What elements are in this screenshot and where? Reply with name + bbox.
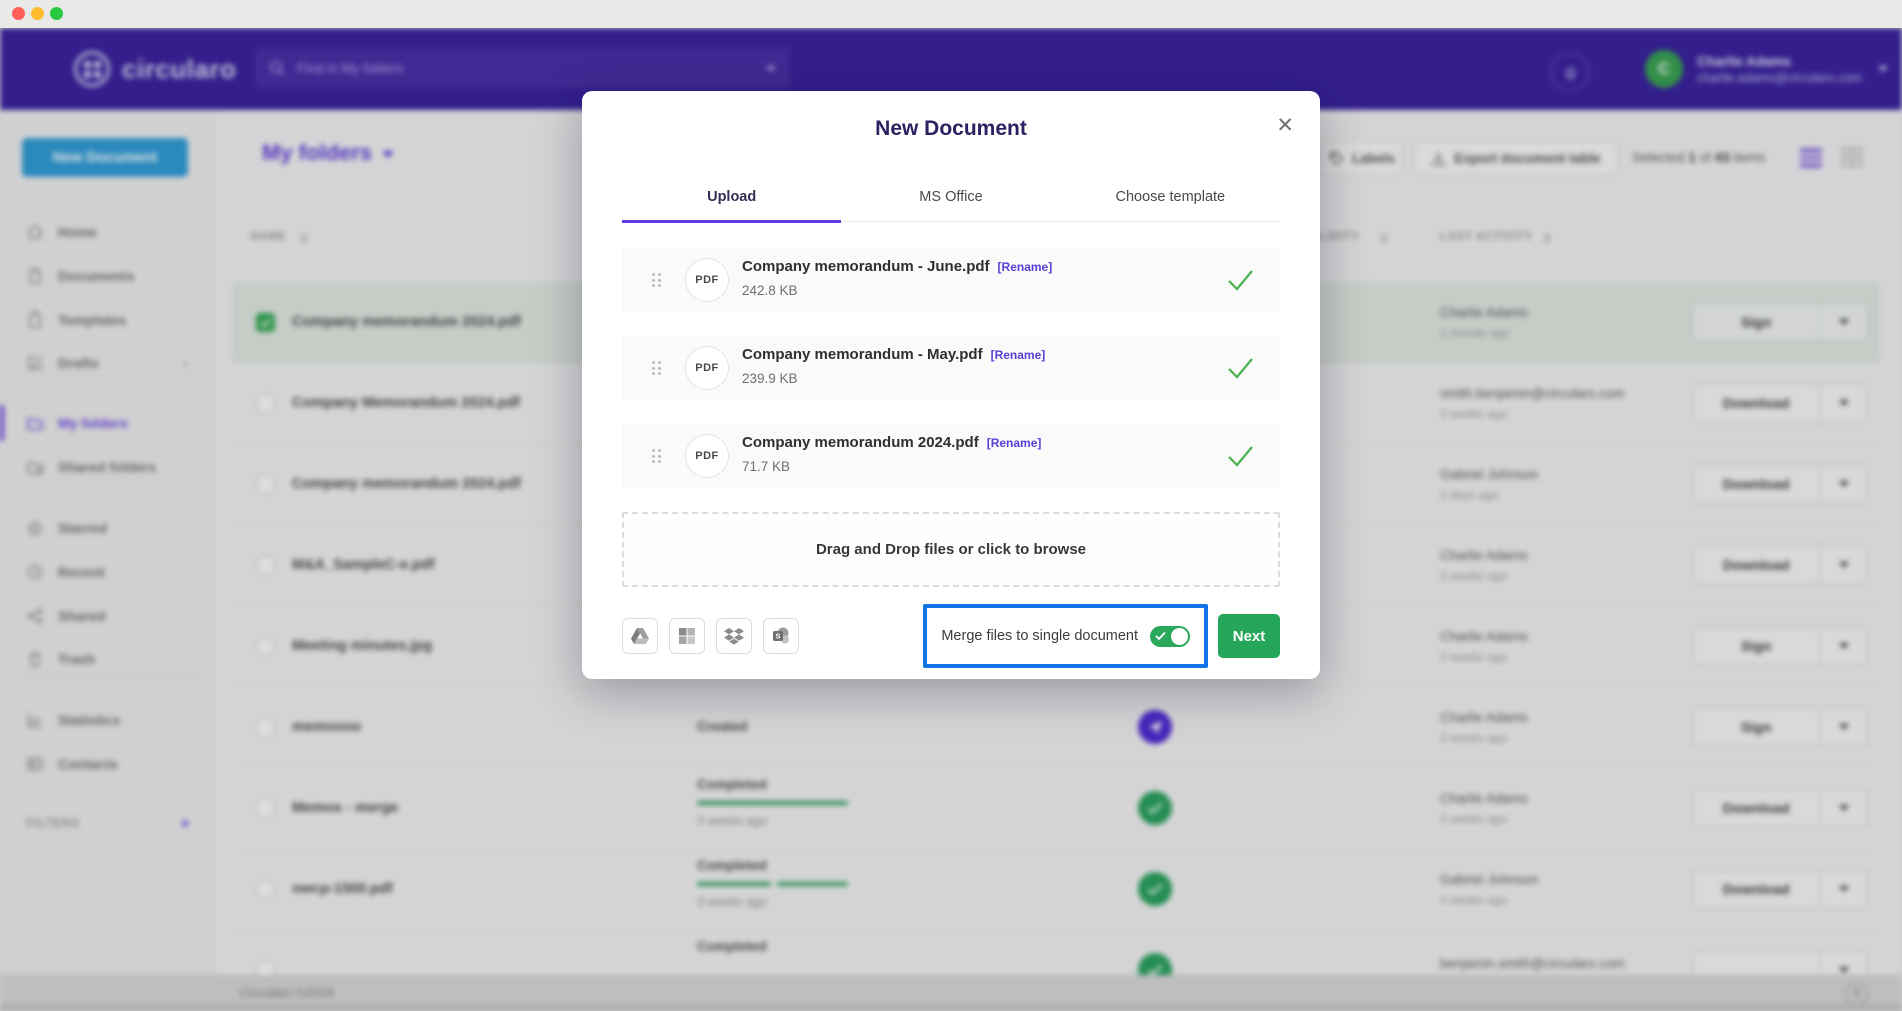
- upload-file-row: PDF Company memorandum 2024.pdf[Rename] …: [622, 423, 1280, 489]
- upload-success-check-icon: [1227, 357, 1254, 384]
- drag-handle-icon[interactable]: [652, 273, 661, 287]
- rename-link[interactable]: [Rename]: [991, 348, 1046, 362]
- new-document-modal: New Document ✕ Upload MS Office Choose t…: [582, 91, 1320, 679]
- merge-toggle-label: Merge files to single document: [941, 628, 1138, 644]
- drag-handle-icon[interactable]: [652, 361, 661, 375]
- dropbox-button[interactable]: [716, 618, 752, 654]
- google-drive-icon: [630, 627, 650, 645]
- pdf-file-icon: PDF: [685, 346, 729, 390]
- next-button[interactable]: Next: [1218, 614, 1280, 658]
- upload-success-check-icon: [1227, 445, 1254, 472]
- file-size: 71.7 KB: [742, 459, 790, 474]
- merge-option-highlight: Merge files to single document: [923, 604, 1208, 668]
- dropzone[interactable]: Drag and Drop files or click to browse: [622, 512, 1280, 587]
- microsoft-icon: [678, 627, 696, 645]
- upload-file-row: PDF Company memorandum - May.pdf [Rename]…: [622, 335, 1280, 401]
- upload-file-row: PDF Company memorandum - June.pdf [Rename…: [622, 247, 1280, 313]
- sharepoint-icon: S: [771, 626, 791, 646]
- rename-link[interactable]: [Rename]: [998, 260, 1053, 274]
- minimize-window-button[interactable]: [31, 7, 44, 20]
- sharepoint-button[interactable]: S: [763, 618, 799, 654]
- macos-titlebar: [0, 0, 1902, 28]
- cloud-sources: S: [622, 618, 799, 654]
- toggle-knob: [1171, 628, 1188, 645]
- modal-title: New Document: [582, 117, 1320, 141]
- modal-footer: S Merge files to single document Next: [622, 600, 1280, 672]
- zoom-window-button[interactable]: [50, 7, 63, 20]
- pdf-file-icon: PDF: [685, 258, 729, 302]
- file-name: Company memorandum - May.pdf: [742, 346, 983, 363]
- pdf-file-icon: PDF: [685, 434, 729, 478]
- upload-success-check-icon: [1227, 269, 1254, 296]
- dropbox-icon: [724, 627, 744, 645]
- close-icon[interactable]: ✕: [1276, 113, 1294, 138]
- file-name: Company memorandum 2024.pdf: [742, 434, 979, 451]
- tab-choose-template[interactable]: Choose template: [1061, 189, 1280, 221]
- microsoft-office-button[interactable]: [669, 618, 705, 654]
- merge-toggle[interactable]: [1150, 626, 1190, 647]
- tab-ms-office[interactable]: MS Office: [841, 189, 1060, 221]
- file-size: 239.9 KB: [742, 371, 798, 386]
- check-icon: [1155, 631, 1166, 641]
- tab-upload[interactable]: Upload: [622, 189, 841, 223]
- file-name: Company memorandum - June.pdf: [742, 258, 990, 275]
- google-drive-button[interactable]: [622, 618, 658, 654]
- rename-link[interactable]: [Rename]: [987, 436, 1042, 450]
- svg-text:S: S: [775, 632, 780, 641]
- drag-handle-icon[interactable]: [652, 449, 661, 463]
- close-window-button[interactable]: [12, 7, 25, 20]
- upload-file-list: PDF Company memorandum - June.pdf [Rename…: [622, 247, 1280, 511]
- app-screen: circularo Find in My folders C Charlie A…: [0, 28, 1902, 1011]
- modal-tabs: Upload MS Office Choose template: [622, 189, 1280, 222]
- file-size: 242.8 KB: [742, 283, 798, 298]
